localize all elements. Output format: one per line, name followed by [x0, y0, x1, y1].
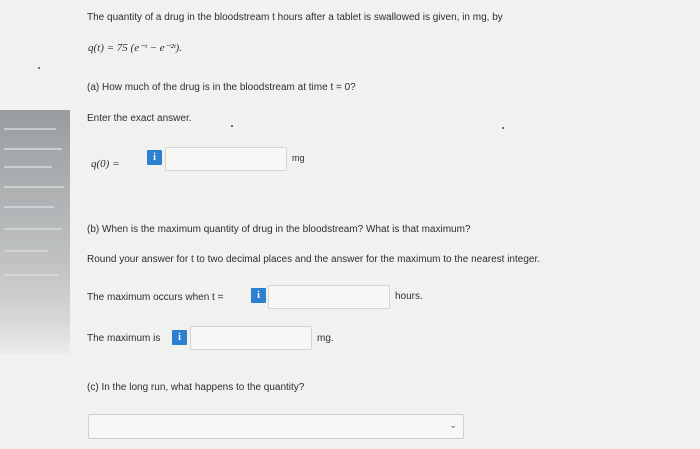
long-run-select[interactable]: ⌄ — [88, 414, 464, 439]
part-a-prompt: (a) How much of the drug is in the blood… — [87, 82, 356, 93]
q0-input[interactable] — [165, 147, 287, 171]
artifact-dot — [38, 67, 40, 69]
max-time-label: The maximum occurs when t = — [87, 292, 224, 303]
part-b-prompt: (b) When is the maximum quantity of drug… — [87, 224, 471, 235]
chevron-down-icon: ⌄ — [449, 420, 457, 430]
part-c-prompt: (c) In the long run, what happens to the… — [87, 382, 305, 393]
info-icon[interactable]: i — [147, 150, 162, 165]
formula: q(t) = 75 (e⁻ᵗ − e⁻²ᵗ). — [88, 42, 182, 54]
part-b-instruction: Round your answer for t to two decimal p… — [87, 254, 541, 265]
info-icon[interactable]: i — [251, 288, 266, 303]
q0-label: q(0) = — [91, 158, 120, 170]
question-intro: The quantity of a drug in the bloodstrea… — [87, 12, 503, 23]
max-value-label: The maximum is — [87, 333, 161, 344]
part-a-instruction: Enter the exact answer. — [87, 113, 192, 124]
info-icon[interactable]: i — [172, 330, 187, 345]
max-time-input[interactable] — [268, 285, 390, 309]
artifact-dot — [231, 125, 233, 127]
q0-unit: mg — [292, 153, 305, 163]
max-time-unit: hours. — [395, 291, 423, 302]
sidebar-blur — [0, 110, 70, 355]
max-value-input[interactable] — [190, 326, 312, 350]
artifact-dot — [502, 127, 504, 129]
max-value-unit: mg. — [317, 333, 334, 344]
